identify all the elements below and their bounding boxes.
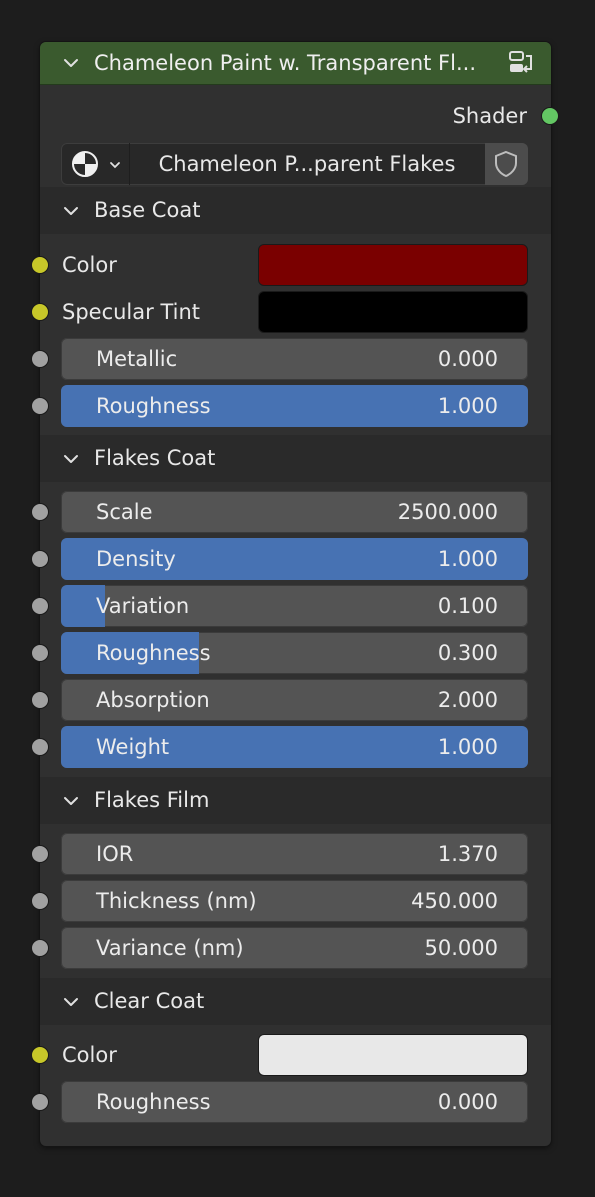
- slider-value: 2.000: [437, 688, 498, 712]
- slider-label: Roughness: [96, 1090, 211, 1114]
- scale-slider[interactable]: Scale 2500.000: [61, 491, 528, 533]
- input-label: Color: [62, 253, 117, 277]
- datablock-type-button[interactable]: [61, 143, 130, 185]
- float-input-socket[interactable]: [31, 939, 49, 957]
- input-density: Density 1.000: [31, 538, 551, 580]
- color-input-socket[interactable]: [31, 1046, 49, 1064]
- slider-value: 50.000: [424, 936, 498, 960]
- input-clear-coat-roughness: Roughness 0.000: [31, 1081, 551, 1123]
- float-input-socket[interactable]: [31, 644, 49, 662]
- slider-value: 1.000: [437, 547, 498, 571]
- slider-label: Roughness: [96, 394, 211, 418]
- slider-label: Absorption: [96, 688, 210, 712]
- panel-flakes-film[interactable]: Flakes Film: [40, 777, 551, 824]
- panel-flakes-coat[interactable]: Flakes Coat: [40, 435, 551, 482]
- absorption-slider[interactable]: Absorption 2.000: [61, 679, 528, 721]
- chevron-down-icon: [64, 998, 78, 1006]
- panel-title: Flakes Film: [94, 788, 210, 812]
- slider-label: Density: [96, 547, 176, 571]
- slider-value: 0.100: [437, 594, 498, 618]
- node[interactable]: Chameleon Paint w. Transparent Fl... Sha…: [31, 42, 559, 1146]
- chevron-down-icon[interactable]: [62, 54, 80, 72]
- fake-user-button[interactable]: [485, 143, 528, 185]
- ior-slider[interactable]: IOR 1.370: [61, 833, 528, 875]
- panel-base-coat[interactable]: Base Coat: [40, 187, 551, 234]
- metallic-slider[interactable]: Metallic 0.000: [61, 338, 528, 380]
- thickness-slider[interactable]: Thickness (nm) 450.000: [61, 880, 528, 922]
- panel-title: Clear Coat: [94, 989, 205, 1013]
- slider-label: Weight: [96, 735, 170, 759]
- input-clear-coat-color: Color: [31, 1034, 551, 1076]
- input-base-color: Color: [31, 244, 551, 286]
- input-variation: Variation 0.100: [31, 585, 551, 627]
- variation-slider[interactable]: Variation 0.100: [61, 585, 528, 627]
- color-swatch[interactable]: [258, 291, 528, 333]
- input-roughness: Roughness 1.000: [31, 385, 551, 427]
- slider-label: Roughness: [96, 641, 211, 665]
- node-tree-icon: [72, 151, 98, 177]
- panel-clear-coat[interactable]: Clear Coat: [40, 978, 551, 1025]
- weight-slider[interactable]: Weight 1.000: [61, 726, 528, 768]
- color-input-socket[interactable]: [31, 303, 49, 321]
- color-swatch[interactable]: [258, 244, 528, 286]
- float-input-socket[interactable]: [31, 550, 49, 568]
- float-input-socket[interactable]: [31, 1093, 49, 1111]
- input-label: Color: [62, 1043, 117, 1067]
- float-input-socket[interactable]: [31, 691, 49, 709]
- float-input-socket[interactable]: [31, 350, 49, 368]
- input-absorption: Absorption 2.000: [31, 679, 551, 721]
- slider-label: Variance (nm): [96, 936, 244, 960]
- chevron-down-icon: [64, 797, 78, 805]
- float-input-socket[interactable]: [31, 503, 49, 521]
- datablock-name[interactable]: Chameleon P...parent Flakes: [130, 143, 484, 185]
- shield-icon: [495, 150, 517, 178]
- slider-value: 0.000: [437, 1090, 498, 1114]
- slider-value: 0.300: [437, 641, 498, 665]
- input-flakes-roughness: Roughness 0.300: [31, 632, 551, 674]
- input-weight: Weight 1.000: [31, 726, 551, 768]
- node-title: Chameleon Paint w. Transparent Fl...: [94, 51, 476, 75]
- chevron-down-icon: [64, 207, 78, 215]
- input-metallic: Metallic 0.000: [31, 338, 551, 380]
- input-variance: Variance (nm) 50.000: [31, 927, 551, 969]
- shader-output-socket[interactable]: [541, 107, 559, 125]
- flakes-roughness-slider[interactable]: Roughness 0.300: [61, 632, 528, 674]
- roughness-slider[interactable]: Roughness 1.000: [61, 385, 528, 427]
- panel-title: Base Coat: [94, 198, 201, 222]
- slider-value: 1.000: [437, 394, 498, 418]
- slider-label: Metallic: [96, 347, 178, 371]
- node-group-icon[interactable]: [506, 48, 536, 78]
- input-specular-tint: Specular Tint: [31, 291, 551, 333]
- float-input-socket[interactable]: [31, 892, 49, 910]
- float-input-socket[interactable]: [31, 845, 49, 863]
- chevron-down-icon: [64, 455, 78, 463]
- slider-value: 1.000: [437, 735, 498, 759]
- node-header[interactable]: Chameleon Paint w. Transparent Fl...: [40, 42, 551, 85]
- slider-value: 450.000: [411, 889, 498, 913]
- slider-value: 1.370: [437, 842, 498, 866]
- input-scale: Scale 2500.000: [31, 491, 551, 533]
- panel-title: Flakes Coat: [94, 446, 216, 470]
- density-slider[interactable]: Density 1.000: [61, 538, 528, 580]
- variance-slider[interactable]: Variance (nm) 50.000: [61, 927, 528, 969]
- slider-label: Scale: [96, 500, 153, 524]
- slider-value: 0.000: [437, 347, 498, 371]
- input-thickness: Thickness (nm) 450.000: [31, 880, 551, 922]
- node-group-datablock[interactable]: Chameleon P...parent Flakes: [61, 143, 528, 185]
- slider-value: 2500.000: [397, 500, 498, 524]
- chevron-down-icon: [110, 162, 120, 169]
- slider-label: IOR: [96, 842, 134, 866]
- float-input-socket[interactable]: [31, 397, 49, 415]
- input-ior: IOR 1.370: [31, 833, 551, 875]
- output-shader: Shader: [40, 98, 559, 134]
- float-input-socket[interactable]: [31, 597, 49, 615]
- float-input-socket[interactable]: [31, 738, 49, 756]
- output-label: Shader: [452, 104, 527, 128]
- slider-label: Thickness (nm): [96, 889, 257, 913]
- input-label: Specular Tint: [62, 300, 201, 324]
- slider-label: Variation: [96, 594, 190, 618]
- color-swatch[interactable]: [258, 1034, 528, 1076]
- clear-coat-roughness-slider[interactable]: Roughness 0.000: [61, 1081, 528, 1123]
- color-input-socket[interactable]: [31, 256, 49, 274]
